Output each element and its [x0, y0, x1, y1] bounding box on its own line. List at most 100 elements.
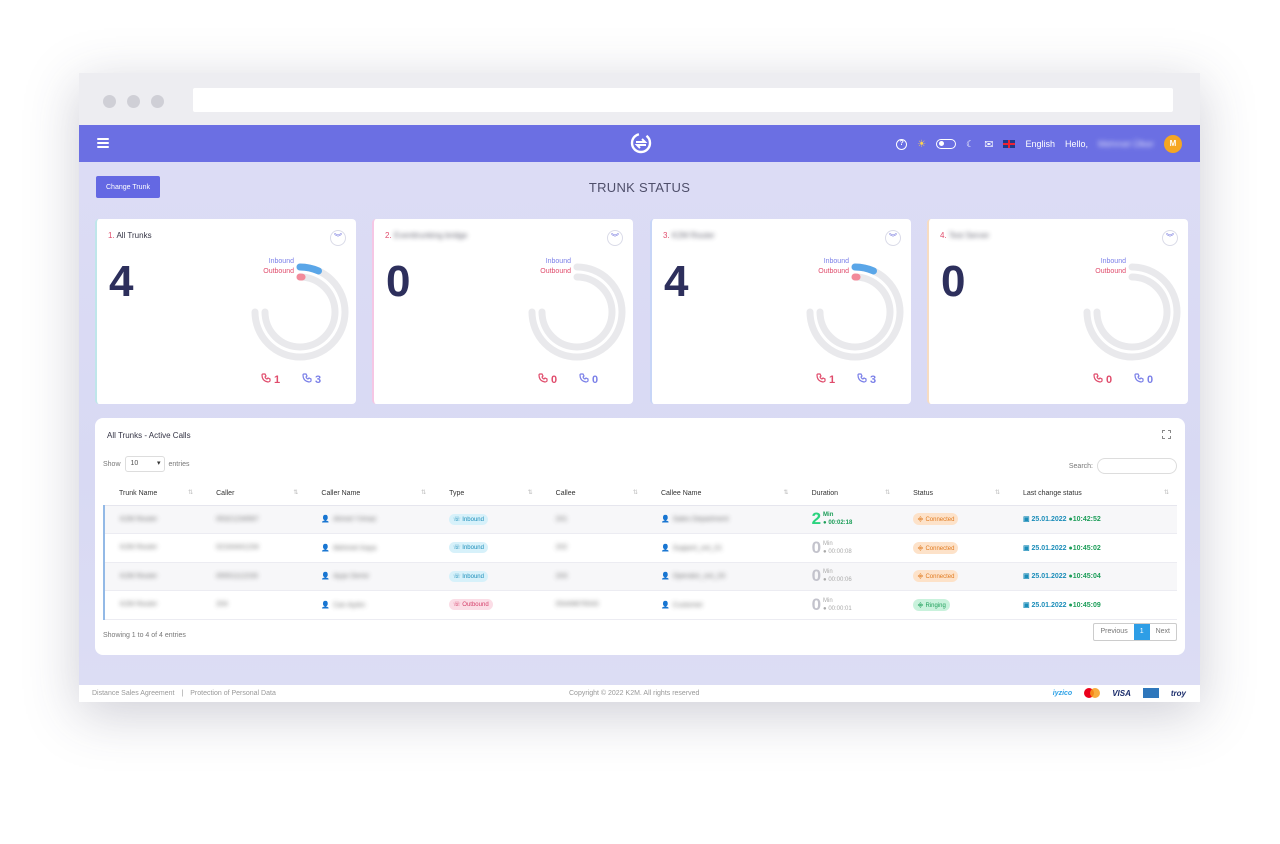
trunk-name-cell: K2M Router	[120, 544, 158, 552]
person-icon: 👤	[660, 516, 670, 524]
calendar-icon: ▣	[1022, 544, 1032, 552]
column-header[interactable]: Status ⇅	[898, 483, 1008, 506]
amex-logo	[1142, 688, 1159, 698]
column-header-label: Trunk Name	[119, 490, 158, 498]
column-header[interactable]: Caller Name ⇅	[306, 483, 435, 506]
status-date: 25.01.2022	[1031, 573, 1067, 581]
language-select[interactable]: English	[1025, 139, 1055, 149]
sort-icon[interactable]: ⇅	[293, 489, 298, 496]
sort-icon[interactable]: ⇅	[1164, 489, 1169, 496]
status-badge: ᯽ Ringing	[913, 598, 950, 611]
sort-icon[interactable]: ⇅	[784, 489, 789, 496]
card-trunk-name: Test Server	[948, 231, 990, 240]
call-type-badge: ☏ Outbound	[449, 599, 493, 611]
sort-icon[interactable]: ⇅	[995, 489, 1000, 496]
hamburger-menu-icon[interactable]	[97, 138, 109, 148]
duration-value: 0	[811, 537, 822, 557]
sales-agreement-link[interactable]: Distance Sales Agreement	[92, 690, 175, 697]
duration-unit: Min	[823, 569, 833, 576]
gauge-track-inner	[816, 273, 894, 351]
chevron-down-icon[interactable]: ︾	[1162, 230, 1178, 246]
duration-time: 00:02:18	[828, 520, 853, 527]
active-calls-panel: All Trunks - Active Calls Show 10 entrie…	[95, 418, 1185, 655]
window-close-dot[interactable]	[103, 95, 116, 108]
sort-icon[interactable]: ⇅	[188, 489, 193, 496]
callee-cell: 203	[555, 572, 568, 580]
inbound-count: 0	[579, 373, 598, 386]
sort-icon[interactable]: ⇅	[421, 489, 426, 496]
column-header[interactable]: Callee Name ⇅	[645, 483, 797, 506]
gauge-chart	[806, 263, 904, 361]
user-avatar[interactable]: M	[1164, 135, 1182, 153]
call-type-label: Inbound	[462, 516, 484, 523]
address-bar[interactable]	[193, 88, 1173, 112]
column-header-label: Caller Name	[321, 490, 361, 498]
chevron-down-icon[interactable]: ︾	[885, 230, 901, 246]
table-row[interactable]: K2M Router 05551112233 👤 Ayşe Demir ☏ Inb…	[102, 562, 1177, 591]
card-index: 4.	[940, 231, 947, 240]
outbound-count-value: 1	[829, 373, 836, 386]
inbound-count: 0	[1134, 373, 1153, 386]
mail-icon[interactable]: ✉	[984, 138, 993, 151]
table-row[interactable]: K2M Router 02164441234 👤 Mehmet Kaya ☏ In…	[102, 533, 1177, 563]
call-type-badge: ☏ Inbound	[449, 513, 488, 525]
calendar-icon: ▣	[1022, 516, 1032, 524]
column-header[interactable]: Trunk Name ⇅	[104, 483, 202, 506]
inbound-count-value: 3	[315, 373, 322, 386]
previous-page-button[interactable]: Previous	[1094, 624, 1133, 640]
call-type-icon: ☏	[453, 545, 463, 552]
person-icon: 👤	[321, 601, 331, 609]
calendar-icon: ▣	[1022, 601, 1032, 609]
app-logo[interactable]	[630, 132, 652, 154]
column-header[interactable]: Callee ⇅	[540, 483, 646, 506]
callee-name-cell: Customer	[672, 601, 703, 609]
column-header-label: Last change status	[1022, 490, 1082, 498]
calendar-icon: ▣	[1022, 573, 1032, 581]
privacy-link[interactable]: Protection of Personal Data	[190, 690, 276, 697]
table-row[interactable]: K2M Router 05321234567 👤 Ahmet Yılmaz ☏ I…	[102, 505, 1177, 534]
duration-unit: Min	[823, 597, 833, 604]
help-icon[interactable]: ?	[896, 138, 908, 150]
sort-icon[interactable]: ⇅	[528, 489, 533, 496]
trunk-card: 3. K2M Router ︾ 4 Inbound Outbound 1 3	[650, 219, 911, 404]
page-title: TRUNK STATUS	[588, 180, 691, 195]
duration-value: 0	[811, 566, 822, 586]
browser-window: ? ☀ ☾ ✉ English Hello, Mehmet Ülker M Ch…	[79, 73, 1200, 702]
sort-icon[interactable]: ⇅	[633, 489, 638, 496]
search-input[interactable]	[1097, 458, 1177, 474]
outbound-count-value: 1	[274, 373, 281, 386]
column-header[interactable]: Last change status ⇅	[1007, 483, 1177, 506]
footer: Distance Sales Agreement | Protection of…	[79, 685, 1200, 702]
card-title: 3. K2M Router	[663, 231, 715, 240]
caller-name-cell: Ahmet Yılmaz	[333, 516, 377, 524]
window-minimize-dot[interactable]	[127, 95, 140, 108]
chevron-down-icon[interactable]: ︾	[607, 230, 623, 246]
card-total: 0	[386, 257, 411, 306]
page-1-button[interactable]: 1	[1133, 624, 1150, 640]
card-total: 0	[941, 257, 966, 306]
duration-value: 2	[811, 509, 822, 529]
caller-cell: 02164441234	[216, 544, 259, 552]
inbound-count-value: 3	[870, 373, 877, 386]
entries-select[interactable]: 10	[124, 456, 165, 472]
gauge-track-inner	[538, 273, 616, 351]
theme-toggle[interactable]	[936, 139, 957, 149]
gauge-chart	[251, 263, 349, 361]
card-total: 4	[664, 257, 689, 306]
sort-icon[interactable]: ⇅	[885, 489, 890, 496]
column-header-label: Callee	[555, 490, 576, 498]
column-header[interactable]: Type ⇅	[434, 483, 541, 506]
next-page-button[interactable]: Next	[1150, 624, 1176, 640]
inbound-phone-icon	[579, 373, 589, 386]
window-maximize-dot[interactable]	[151, 95, 164, 108]
column-header[interactable]: Caller ⇅	[201, 483, 307, 506]
user-name: Mehmet Ülker	[1097, 139, 1154, 149]
status-time: 10:45:04	[1072, 573, 1101, 581]
table-row[interactable]: K2M Router 204 👤 Can Aydın ☏ Outbound 054…	[102, 590, 1177, 620]
chevron-down-icon[interactable]: ︾	[330, 230, 346, 246]
outbound-count: 1	[816, 373, 835, 386]
entries-label: entries	[168, 460, 190, 468]
copyright-text: Copyright © 2022 K2M. All rights reserve…	[569, 690, 700, 697]
fullscreen-icon[interactable]	[1162, 430, 1171, 439]
column-header[interactable]: Duration ⇅	[796, 483, 899, 506]
